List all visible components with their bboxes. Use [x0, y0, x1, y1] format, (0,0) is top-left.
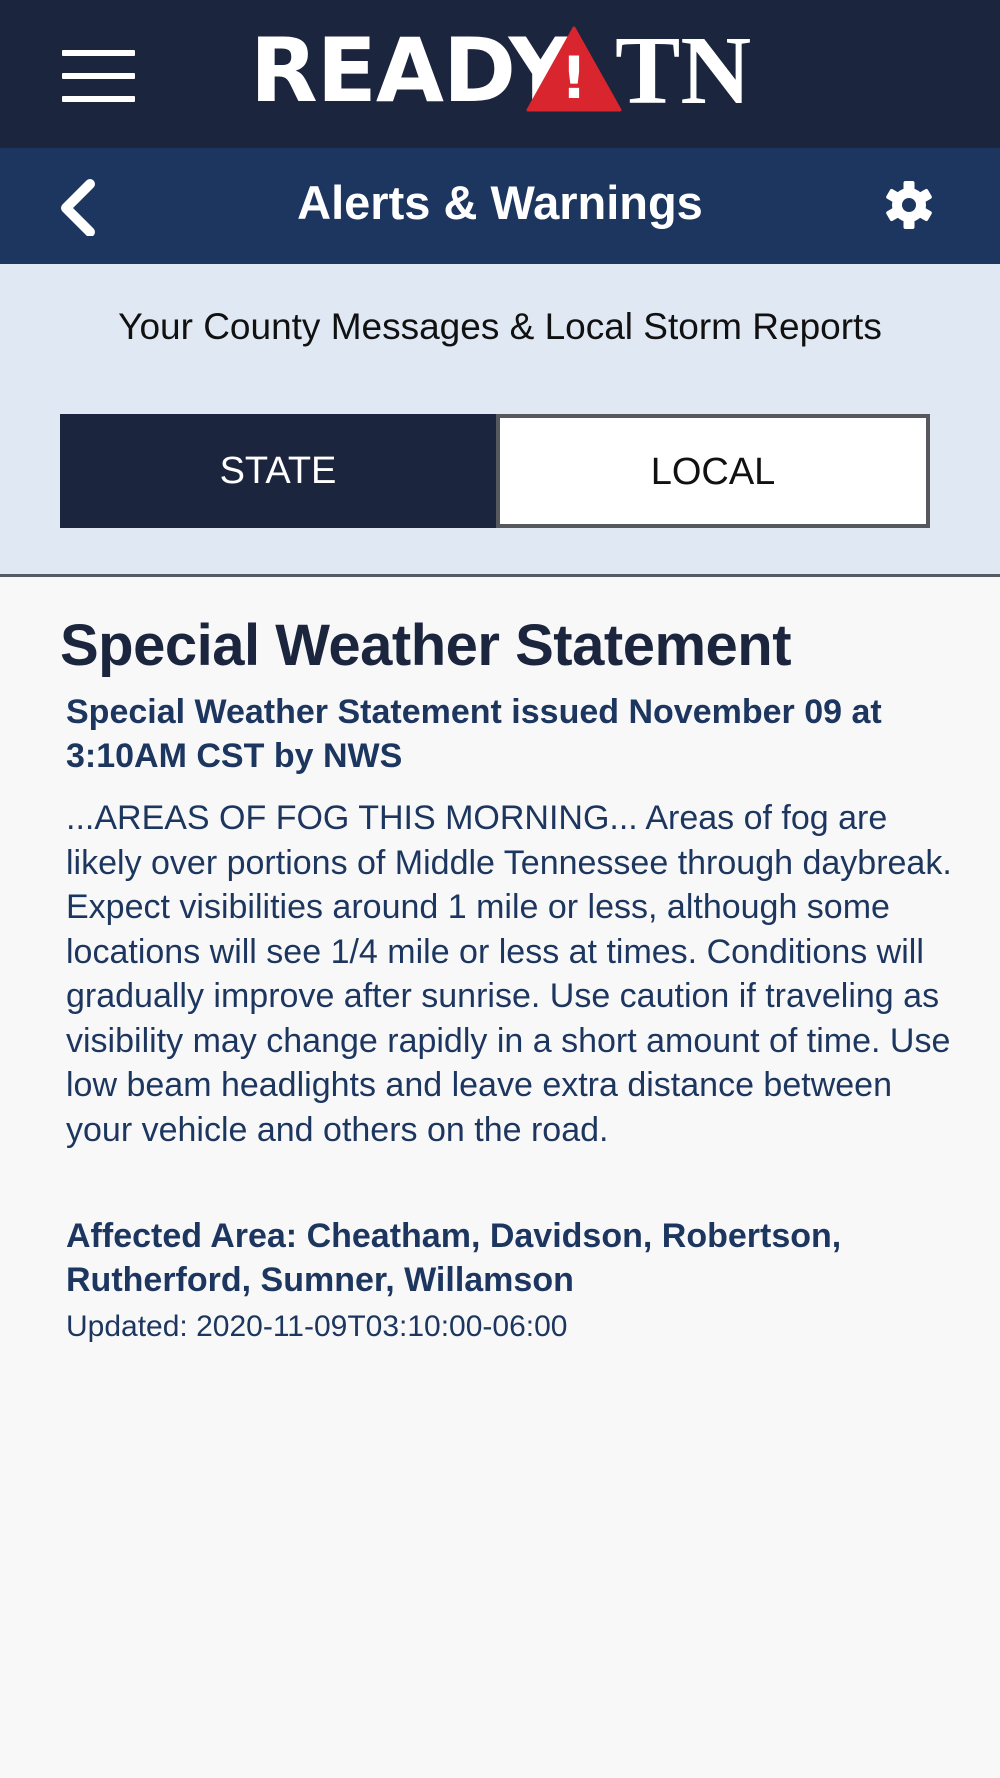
title-bar: Alerts & Warnings: [0, 148, 1000, 264]
settings-button[interactable]: [882, 178, 936, 232]
chevron-left-icon: [61, 179, 95, 237]
logo-alert-mark: !: [561, 44, 587, 112]
logo-tn-text: TN: [615, 17, 752, 125]
alert-subheading: Special Weather Statement issued Novembe…: [66, 693, 882, 775]
gear-icon: [886, 181, 932, 229]
app-header: READY ! TN: [0, 0, 1000, 148]
tab-local[interactable]: LOCAL: [496, 414, 930, 528]
back-button[interactable]: [52, 176, 112, 237]
updated-timestamp: Updated: 2020-11-09T03:10:00-06:00: [66, 1310, 568, 1343]
affected-area: Affected Area: Cheatham, Davidson, Rober…: [66, 1217, 842, 1299]
hamburger-menu-icon[interactable]: [62, 50, 135, 102]
tab-state[interactable]: STATE: [60, 414, 496, 528]
page-title: Alerts & Warnings: [297, 176, 703, 229]
alert-triangle-icon: !: [526, 26, 622, 112]
filter-subtitle: Your County Messages & Local Storm Repor…: [118, 306, 882, 347]
ready-tn-logo: READY ! TN: [250, 22, 760, 120]
alert-heading: Special Weather Statement: [60, 613, 792, 678]
alert-body: ...AREAS OF FOG THIS MORNING... Areas of…: [66, 799, 952, 1149]
filter-panel: Your County Messages & Local Storm Repor…: [0, 264, 1000, 577]
logo-ready-text: READY: [250, 19, 572, 122]
